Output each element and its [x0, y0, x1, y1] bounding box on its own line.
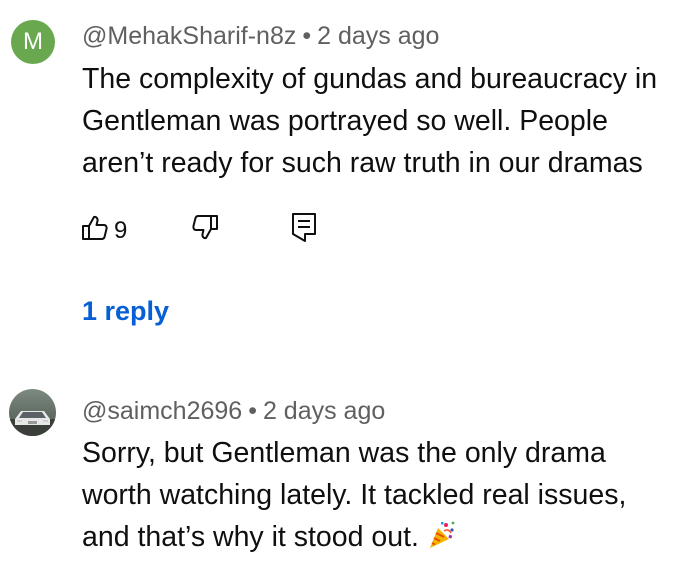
comment-icon	[289, 211, 319, 248]
like-button[interactable]: 9	[80, 213, 127, 248]
view-replies-link[interactable]: 1 reply	[82, 296, 169, 327]
car-photo-icon	[9, 389, 56, 436]
comment-line: The complexity of gundas and bureaucracy…	[82, 63, 658, 95]
reply-button[interactable]	[289, 211, 319, 248]
comment-text: Sorry, but Gentleman was the only drama …	[82, 432, 626, 562]
separator-dot: •	[302, 22, 312, 50]
dislike-button[interactable]	[190, 212, 220, 247]
avatar[interactable]	[9, 389, 56, 436]
author-handle[interactable]: @saimch2696	[82, 397, 242, 425]
timestamp: 2 days ago	[262, 397, 386, 425]
author-handle[interactable]: @MehakSharif-n8z	[82, 22, 296, 50]
separator-dot: •	[248, 397, 257, 425]
comment-meta: @saimch2696 • 2 days ago	[82, 397, 385, 426]
timestamp: 2 days ago	[317, 22, 440, 50]
comment-line: worth watching lately. It tackled real i…	[82, 479, 627, 511]
like-count: 9	[114, 216, 128, 244]
comment-line: aren’t ready for such raw truth in our d…	[82, 147, 643, 179]
avatar[interactable]: M	[11, 20, 55, 64]
comment-line-text: and that’s why it stood out.	[82, 521, 419, 553]
thumbs-up-icon	[80, 213, 110, 248]
comment-line: Gentleman was portrayed so well. People	[82, 105, 608, 137]
thumbs-down-icon	[190, 212, 220, 247]
comment-line-last: and that’s why it stood out.	[82, 516, 626, 562]
party-popper-icon	[427, 520, 457, 562]
comment-meta: @MehakSharif-n8z • 2 days ago	[82, 22, 439, 51]
comment-line: Sorry, but Gentleman was the only drama	[82, 437, 606, 469]
comment-text: The complexity of gundas and bureaucracy…	[82, 58, 657, 184]
